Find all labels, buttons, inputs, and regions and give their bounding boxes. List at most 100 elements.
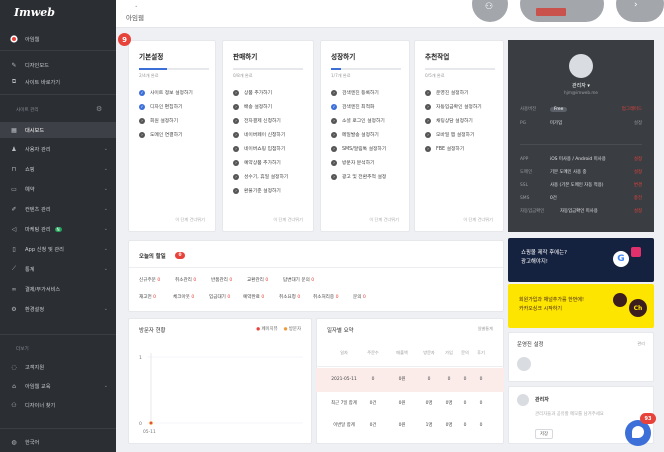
stat-label: 문의 xyxy=(353,295,362,300)
setting-link[interactable]: 설정 xyxy=(634,169,642,175)
skip-step-link[interactable]: 이 단계 건너뛰기 xyxy=(175,217,205,223)
sidebar-item-shopping[interactable]: ⊓ 쇼핑 ⌄ xyxy=(0,161,116,177)
language-selector[interactable]: ◍ 한국어 xyxy=(0,434,116,450)
row-key: 사용버전 xyxy=(520,107,537,112)
table-header: 가입 xyxy=(445,350,453,355)
task-item[interactable]: › 네이버페이 신청하기 xyxy=(233,131,285,138)
task-item[interactable]: › 채팅상담 설정하기 xyxy=(425,117,473,124)
task-item[interactable]: › 도메인 연결하기 xyxy=(139,131,182,138)
gear-icon[interactable]: ⚙ xyxy=(96,105,102,113)
today-stat-item[interactable]: 교환관리 0 xyxy=(247,277,268,283)
task-item[interactable]: › 전자결제 신청하기 xyxy=(233,117,281,124)
stat-value: 0 xyxy=(227,295,231,300)
task-item[interactable]: › 네이버쇼핑 입점하기 xyxy=(233,145,285,152)
imweb-logo[interactable]: Imweb xyxy=(14,6,55,19)
today-stat-item[interactable]: 답변대기 문의 0 xyxy=(283,277,314,283)
today-stat-item[interactable]: 예약완료 0 xyxy=(243,294,264,300)
memo-save-button[interactable]: 저장 xyxy=(535,429,553,439)
sidebar-item-designers[interactable]: ⚇ 디자이너 찾기 xyxy=(0,397,116,413)
task-item[interactable]: › 성수기, 휴일 설정하기 xyxy=(233,173,288,180)
task-item[interactable]: ✓ 검색엔진 최적화 xyxy=(331,103,374,110)
memo-input[interactable]: 관리자들과 공유할 메모를 남겨주세요 xyxy=(535,411,645,417)
today-stat-item[interactable]: 신규주문 0 xyxy=(139,277,160,283)
task-label: 사이트 정보 설정하기 xyxy=(150,91,193,96)
task-item[interactable]: › 메일발송 설정하기 xyxy=(331,131,379,138)
y-tick-label: 1 xyxy=(139,355,142,361)
task-item[interactable]: › 검색엔진 등록하기 xyxy=(331,89,379,96)
account-name[interactable]: 관리자 ▾ xyxy=(508,82,654,89)
table-cell: 0 xyxy=(479,377,483,382)
onboarding-card-basic: 기본설정 2/4개 완료 ✓ 사이트 정보 설정하기 ✓ 디자인 편집하기 › 회원 … xyxy=(128,40,216,232)
sidebar-item-users[interactable]: ♟ 사용자 관리 ⌄ xyxy=(0,141,116,157)
arrow-icon: › xyxy=(425,131,431,138)
change-link[interactable]: 변경 xyxy=(634,182,642,188)
task-label: 네이버페이 신청하기 xyxy=(244,133,286,138)
setting-link[interactable]: 설정 xyxy=(634,120,642,126)
daily-stats-link[interactable]: 일별통계 xyxy=(478,326,493,332)
task-item[interactable]: › 방문자 분석하기 xyxy=(331,159,374,166)
profile-button[interactable]: › xyxy=(616,0,664,22)
task-item[interactable]: › 모바일 앱 설정하기 xyxy=(425,131,474,138)
task-item[interactable]: › 배송 설정하기 xyxy=(233,103,272,110)
task-item[interactable]: › 환불기준 설정하기 xyxy=(233,187,281,194)
sidebar-item-site-link[interactable]: ⧉ 사이트 바로가기 xyxy=(0,74,116,90)
sidebar-item-marketing[interactable]: ◁ 마케팅 관리 N ⌄ xyxy=(0,221,116,237)
skip-step-link[interactable]: 이 단계 건너뛰기 xyxy=(273,217,303,223)
task-item[interactable]: › 회원 설정하기 xyxy=(139,117,178,124)
promo-text: 회원가입과 채널추가를 한번에! 카카오싱크 시작하기 xyxy=(519,296,584,314)
sidebar-item-label: 고객지원 xyxy=(25,364,45,371)
upgrade-button[interactable] xyxy=(520,0,604,22)
pv-point xyxy=(149,421,153,425)
sidebar: Imweb 아임웹 ✎ 디자인모드 ⧉ 사이트 바로가기 사이트 관리 ⚙ ▦ … xyxy=(0,0,116,452)
sidebar-item-education[interactable]: ⌂ 아임웹 교육 ⌄ xyxy=(0,378,116,394)
today-stat-item[interactable]: 취소처리중 0 xyxy=(313,294,339,300)
task-item[interactable]: › 자동입금확인 설정하기 xyxy=(425,103,482,110)
sidebar-item-dashboard[interactable]: ▦ 대시보드 xyxy=(0,122,116,138)
today-stat-item[interactable]: 입금대기 0 xyxy=(209,294,230,300)
skip-step-link[interactable]: 이 단계 건너뛰기 xyxy=(463,217,493,223)
task-item[interactable]: › 상품 추가하기 xyxy=(233,89,272,96)
arrow-icon: › xyxy=(233,131,239,138)
today-stat-item[interactable]: 취소관리 0 xyxy=(175,277,196,283)
task-item[interactable]: ✓ 사이트 정보 설정하기 xyxy=(139,89,193,96)
avatar xyxy=(517,394,529,406)
sidebar-item-settings[interactable]: ⚙ 환경설정 ⌄ xyxy=(0,301,116,317)
sidebar-item-stats[interactable]: ⟋ 통계 ⌄ xyxy=(0,261,116,277)
manage-link[interactable]: 관리 xyxy=(637,341,645,347)
onboarding-count-badge: 9 xyxy=(118,33,131,46)
sidebar-item-billing[interactable]: ∞ 결제/부가서비스 xyxy=(0,281,116,297)
setting-link[interactable]: 설정 xyxy=(634,156,642,162)
promo-ads-banner[interactable]: 쇼핑몰 제작 후에는? 광고해야지! G xyxy=(508,238,654,282)
charge-link[interactable]: 충전 xyxy=(634,195,642,201)
today-stat-item[interactable]: 문의 0 xyxy=(353,294,366,300)
today-stat-item[interactable]: 반품관리 0 xyxy=(211,277,232,283)
card-title: 판매하기 xyxy=(233,53,258,61)
task-item[interactable]: › 소셜 로그인 설정하기 xyxy=(331,117,385,124)
avatar[interactable] xyxy=(569,54,593,78)
operator-avatar[interactable] xyxy=(517,357,531,371)
sidebar-item-support[interactable]: ◌ 고객지원 xyxy=(0,359,116,375)
task-item[interactable]: › SMS/알림톡 설정하기 xyxy=(331,145,386,152)
sidebar-item-design-mode[interactable]: ✎ 디자인모드 xyxy=(0,57,116,73)
task-item[interactable]: › 광고 및 전환추적 설정 xyxy=(331,173,386,180)
task-item[interactable]: ✓ 디자인 편집하기 xyxy=(139,103,182,110)
account-email: hjm@imweb.me xyxy=(564,90,598,95)
task-label: 상품 추가하기 xyxy=(244,91,273,96)
today-stat-item[interactable]: 재고먼 0 xyxy=(139,294,156,300)
sidebar-item-imweb[interactable]: 아임웹 xyxy=(0,31,116,47)
today-stat-item[interactable]: 취소요청 0 xyxy=(279,294,300,300)
sidebar-item-contents[interactable]: ✐ 컨텐츠 관리 ⌄ xyxy=(0,201,116,217)
today-stat-item[interactable]: 체크아웃 0 xyxy=(173,294,194,300)
sidebar-item-reservation[interactable]: ▭ 예약 ⌄ xyxy=(0,181,116,197)
arrow-icon: › xyxy=(331,173,337,180)
notification-button[interactable]: ⚇ xyxy=(472,0,508,22)
row-key: PG xyxy=(520,120,527,126)
promo-kakao-banner[interactable]: 회원가입과 채널추가를 한번에! 카카오싱크 시작하기 Ch xyxy=(508,284,654,328)
task-item[interactable]: › 예약상품 추가하기 xyxy=(233,159,281,166)
sidebar-item-app[interactable]: ▯ App 신청 및 관리 ⌄ xyxy=(0,241,116,257)
skip-step-link[interactable]: 이 단계 건너뛰기 xyxy=(369,217,399,223)
task-item[interactable]: › FBE 설정하기 xyxy=(425,145,464,152)
setting-link[interactable]: 설정 xyxy=(634,208,642,214)
task-item[interactable]: › 운영진 설정하기 xyxy=(425,89,468,96)
upgrade-link[interactable]: 업그레이드 xyxy=(622,106,642,112)
